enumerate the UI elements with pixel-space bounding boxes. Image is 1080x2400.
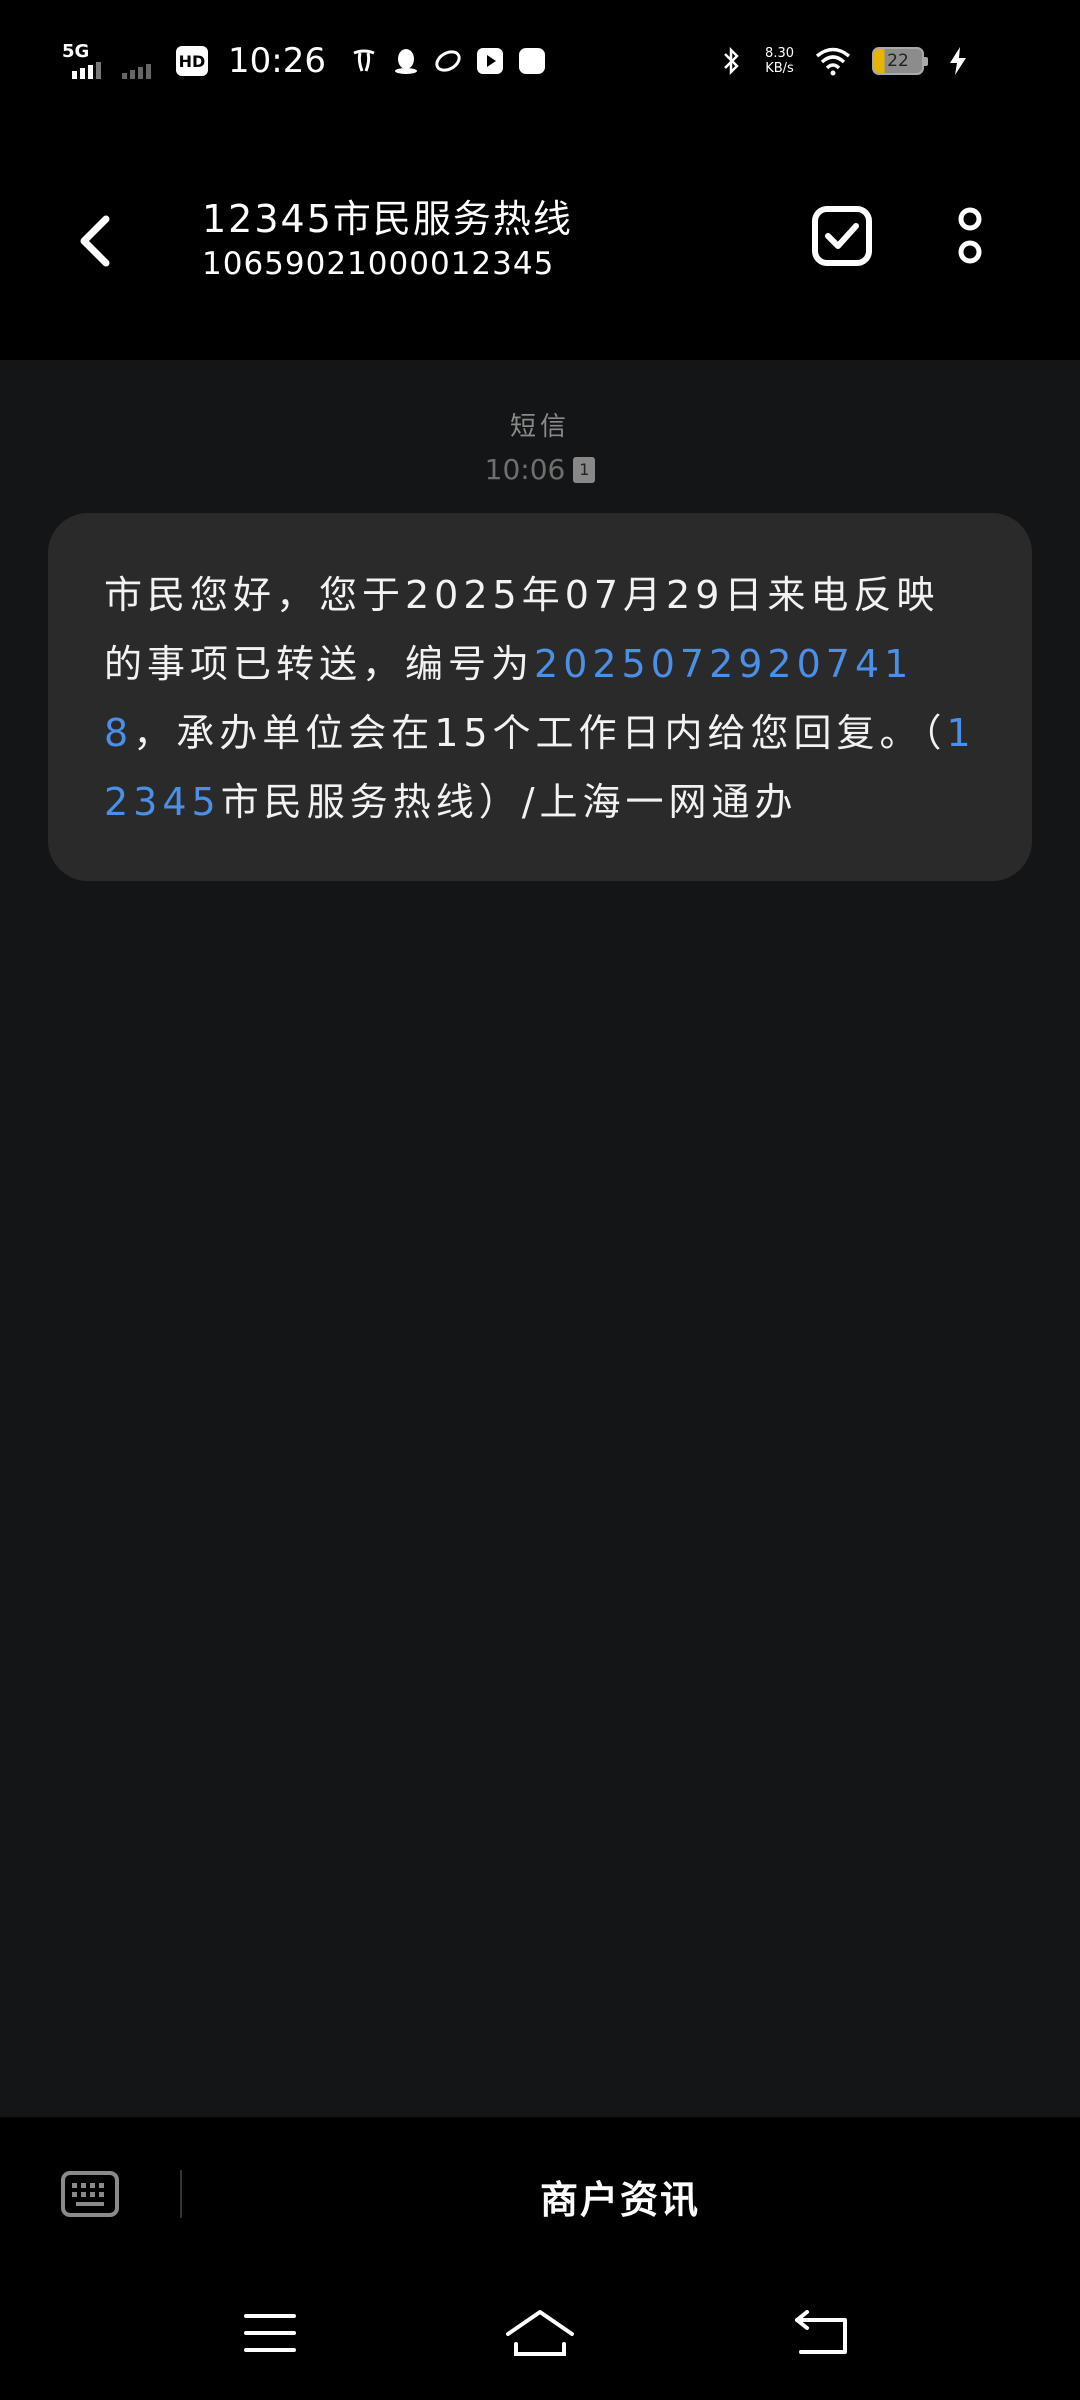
message-time-row: 10:06 1 [0, 453, 1080, 486]
network-label: 5G [62, 41, 90, 62]
navigation-bar [0, 2267, 1080, 2400]
conversation-header: 12345市民服务热线 10659021000012345 [0, 120, 1080, 360]
keyboard-icon [61, 2171, 119, 2217]
network-speed: 8.30 KB/s [765, 46, 794, 76]
message-body: 市民您好，您于2025年07月29日来电反映的事项已转送，编号为20250729… [104, 561, 978, 837]
select-button[interactable] [806, 200, 878, 272]
signal-secondary-icon [122, 41, 162, 81]
contact-title: 12345市民服务热线 [202, 197, 573, 241]
contact-number: 10659021000012345 [202, 246, 555, 282]
status-left: 5G HD 10:26 [62, 36, 546, 86]
message-time: 10:06 [484, 453, 566, 486]
back-button[interactable] [60, 206, 130, 276]
charging-bolt-icon [944, 47, 972, 75]
battery-level: 22 [887, 51, 909, 71]
menu-icon [244, 2314, 296, 2352]
back-nav-button[interactable] [782, 2293, 862, 2373]
qq-icon [392, 47, 420, 75]
status-right: 8.30 KB/s 22 [717, 36, 972, 86]
speed-unit: KB/s [765, 61, 794, 76]
signal-5g-icon: 5G [62, 41, 108, 81]
home-icon [506, 2310, 574, 2356]
more-options-button[interactable] [940, 200, 1000, 272]
more-vertical-icon [958, 207, 982, 264]
divider [180, 2170, 182, 2218]
merchant-info-button[interactable]: 商户资讯 [540, 2169, 740, 2224]
video-play-icon [476, 47, 504, 75]
message-meta: 短信 10:06 1 [0, 406, 1080, 486]
telecom-icon [350, 47, 378, 75]
sim-card-icon: 1 [573, 456, 596, 483]
battery-icon: 22 [872, 47, 928, 75]
speed-value: 8.30 [765, 46, 794, 61]
keyboard-button[interactable] [58, 2169, 122, 2219]
checkbox-icon [812, 206, 872, 266]
menu-button[interactable] [230, 2293, 310, 2373]
home-button[interactable] [500, 2293, 580, 2373]
app-square-icon [518, 47, 546, 75]
clock: 10:26 [228, 41, 326, 81]
status-bar: 5G HD 10:26 8.30 KB/s 22 [0, 0, 1080, 120]
bottom-bar: 商户资讯 [0, 2117, 1080, 2267]
app-leaf-icon [434, 47, 462, 75]
message-bubble[interactable]: 市民您好，您于2025年07月29日来电反映的事项已转送，编号为20250729… [48, 513, 1032, 881]
message-text-part-2: ，承办单位会在15个工作日内给您回复。（ [133, 711, 947, 755]
bluetooth-icon [717, 46, 745, 76]
message-type: 短信 [509, 412, 570, 442]
wifi-icon [814, 47, 852, 76]
message-text-part-3: 市民服务热线）/上海一网通办 [220, 780, 798, 824]
back-arrow-icon [80, 215, 110, 267]
hd-voice-icon: HD [176, 46, 208, 76]
return-icon [795, 2310, 847, 2354]
